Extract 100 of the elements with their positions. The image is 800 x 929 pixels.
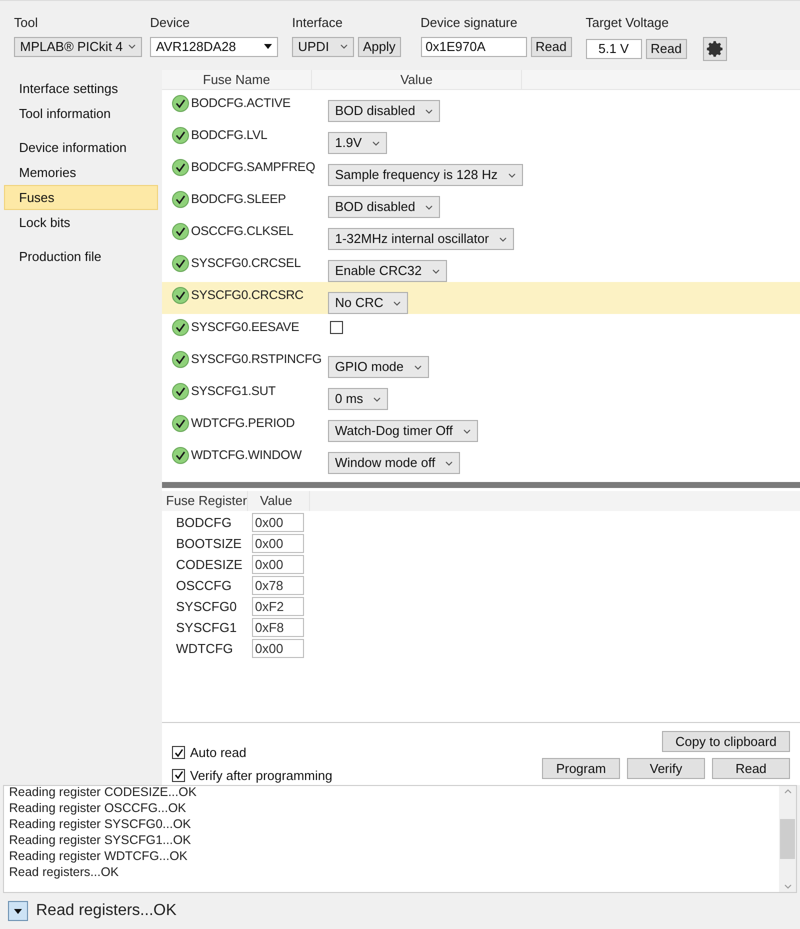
sidebar-item[interactable]: Tool information <box>4 101 158 126</box>
chevron-down-icon <box>128 44 136 49</box>
register-name: WDTCFG <box>176 640 234 658</box>
fuse-value-dropdown[interactable]: 1-32MHz internal oscillator <box>328 228 514 250</box>
register-value-field[interactable]: 0xF2 <box>252 597 304 616</box>
fuse-name: SYSCFG0.RSTPINCFG <box>191 351 322 368</box>
chevron-down-icon <box>372 140 380 146</box>
fuse-value-dropdown[interactable]: Sample frequency is 128 Hz <box>328 164 523 186</box>
sidebar-item[interactable]: Fuses <box>4 185 158 210</box>
log-line: Reading register SYSCFG1...OK <box>9 832 192 848</box>
fuse-name: BODCFG.SAMPFREQ <box>191 159 316 176</box>
sidebar-item[interactable]: Memories <box>4 160 158 185</box>
signature-field[interactable]: 0x1E970A <box>420 36 527 56</box>
fuse-value-dropdown[interactable]: GPIO mode <box>328 356 429 378</box>
register-name: SYSCFG0 <box>176 598 238 616</box>
action-button[interactable]: Verify <box>627 758 705 779</box>
checkbox-label: Verify after programming <box>190 766 332 785</box>
checkbox[interactable] <box>330 321 343 334</box>
copy-to-clipboard-button[interactable]: Copy to clipboard <box>662 731 790 752</box>
chevron-down-icon <box>373 396 382 402</box>
sidebar-item[interactable]: Device information <box>4 135 158 160</box>
column-header: Value <box>248 491 310 511</box>
fuse-name: BODCFG.ACTIVE <box>191 95 290 112</box>
check-circle-icon <box>172 126 189 144</box>
fuse-value-dropdown[interactable]: 0 ms <box>328 388 388 410</box>
voltage-field[interactable]: 5.1 V <box>586 38 642 58</box>
checkbox-label: Auto read <box>190 744 246 762</box>
scrollbar[interactable] <box>779 786 796 892</box>
field-label: Interface <box>292 14 344 32</box>
check-circle-icon <box>172 222 189 240</box>
fuse-name: SYSCFG0.CRCSRC <box>191 287 304 304</box>
action-button[interactable]: Read <box>712 758 790 779</box>
dropdown-arrow-icon <box>264 44 272 49</box>
chevron-down-icon <box>340 44 348 49</box>
check-circle-icon <box>172 190 189 208</box>
register-value-field[interactable]: 0x00 <box>252 534 304 553</box>
register-value-field[interactable]: 0xF8 <box>252 618 304 637</box>
sidebar-item[interactable]: Production file <box>4 244 158 269</box>
scroll-down-icon <box>784 884 792 889</box>
fuse-name: SYSCFG0.CRCSEL <box>191 255 301 272</box>
settings-icon <box>706 40 724 58</box>
expand-log-button[interactable] <box>8 901 28 921</box>
sidebar-item[interactable]: Lock bits <box>4 210 158 235</box>
check-circle-icon <box>172 254 189 272</box>
check-circle-icon <box>172 350 189 368</box>
action-button[interactable]: Program <box>542 758 620 779</box>
log-line: Reading register OSCCFG...OK <box>9 800 188 816</box>
fuse-row[interactable]: SYSCFG0.CRCSRC No CRC <box>162 282 800 314</box>
check-circle-icon <box>172 286 189 304</box>
read-signature-button[interactable]: Read <box>530 36 572 56</box>
log-line: Reading register SYSCFG0...OK <box>9 816 192 832</box>
register-value-field[interactable]: 0x00 <box>252 513 304 532</box>
fuse-name: SYSCFG1.SUT <box>191 383 276 400</box>
chevron-down-icon <box>414 364 422 370</box>
fuse-value-dropdown[interactable]: BOD disabled <box>328 100 440 122</box>
chevron-down-icon <box>432 268 440 274</box>
log-line: Read registers...OK <box>9 864 120 880</box>
chevron-down-icon <box>445 460 454 466</box>
scroll-thumb[interactable] <box>780 819 795 859</box>
check-circle-icon <box>172 318 189 336</box>
fuse-value-dropdown[interactable]: Watch-Dog timer Off <box>328 420 478 442</box>
register-value-field[interactable]: 0x78 <box>252 576 304 595</box>
sidebar-item[interactable]: Interface settings <box>4 76 158 101</box>
tool-dropdown[interactable]: MPLAB® PICkit 4 <box>14 36 142 56</box>
column-header: Fuse Register <box>162 491 248 511</box>
apply-button[interactable]: Apply <box>358 36 401 56</box>
check-circle-icon <box>172 446 189 464</box>
checkbox[interactable] <box>172 746 185 760</box>
chevron-down-icon <box>393 300 402 306</box>
chevron-down-icon <box>425 204 434 210</box>
caret-icon <box>14 908 22 914</box>
column-header: Value <box>312 70 522 89</box>
check-circle-icon <box>172 158 189 176</box>
field-label: Device signature <box>420 14 518 32</box>
fuse-value-dropdown[interactable]: 1.9V <box>328 132 387 154</box>
check-circle-icon <box>172 382 189 400</box>
check-circle-icon <box>172 414 189 432</box>
fuse-value-dropdown[interactable]: BOD disabled <box>328 196 440 218</box>
read-voltage-button[interactable]: Read <box>646 38 687 58</box>
status-text: Read registers...OK <box>36 901 176 921</box>
field-label: Tool <box>14 14 39 32</box>
register-name: BODCFG <box>176 514 233 532</box>
fuse-value-dropdown[interactable]: No CRC <box>328 292 408 314</box>
chevron-down-icon <box>508 172 516 178</box>
fuse-name: BODCFG.LVL <box>191 127 268 144</box>
field-label: Device <box>150 14 191 32</box>
checkbox[interactable] <box>172 768 185 782</box>
device-dropdown[interactable]: AVR128DA28 <box>150 36 278 56</box>
interface-dropdown[interactable]: UPDI <box>292 36 354 56</box>
register-name: CODESIZE <box>176 556 244 574</box>
fuse-value-dropdown[interactable]: Enable CRC32 <box>328 260 447 282</box>
register-value-field[interactable]: 0x00 <box>252 555 304 574</box>
scroll-up-icon <box>784 789 792 794</box>
log-line: Reading register WDTCFG...OK <box>9 848 189 864</box>
chevron-down-icon <box>425 108 434 114</box>
register-name: SYSCFG1 <box>176 618 238 637</box>
settings-button[interactable] <box>702 36 727 60</box>
register-value-field[interactable]: 0x00 <box>252 639 304 658</box>
fuse-value-dropdown[interactable]: Window mode off <box>328 452 460 474</box>
column-header: Fuse Name <box>162 70 312 89</box>
